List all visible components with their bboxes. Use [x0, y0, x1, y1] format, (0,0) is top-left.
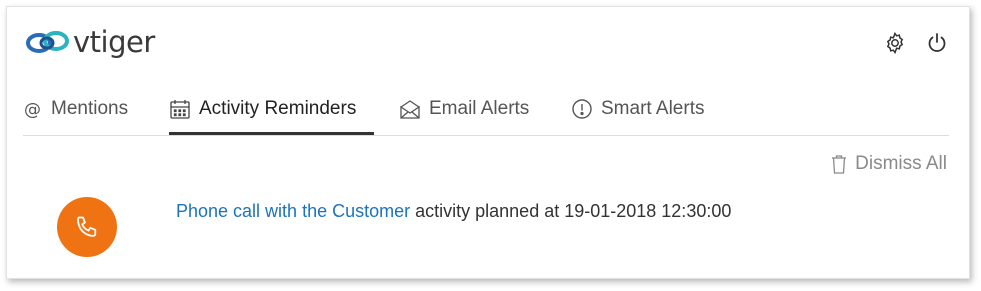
phone-icon — [57, 197, 117, 257]
tab-smart-alerts[interactable]: Smart Alerts — [571, 85, 704, 133]
envelope-icon — [399, 98, 421, 120]
activity-link[interactable]: Phone call with the Customer — [176, 201, 410, 221]
calendar-icon — [169, 98, 191, 120]
notification-item: Phone call with the Customer activity pl… — [176, 201, 731, 222]
dismiss-all-label: Dismiss All — [855, 153, 947, 174]
notification-message: activity planned at 19-01-2018 12:30:00 — [410, 201, 732, 221]
dismiss-all-button[interactable]: Dismiss All — [831, 153, 947, 175]
brand-name: vtiger — [73, 24, 155, 59]
svg-text:@: @ — [24, 100, 41, 119]
trash-icon — [832, 155, 847, 174]
gear-icon[interactable] — [883, 31, 907, 55]
vtiger-logo[interactable]: vtiger — [25, 27, 155, 57]
tab-label: Smart Alerts — [601, 98, 705, 119]
notification-tabs: @ Mentions Activity Reminders Email Aler… — [23, 85, 949, 136]
tab-mentions[interactable]: @ Mentions — [23, 85, 128, 133]
tab-label: Activity Reminders — [199, 98, 357, 119]
tab-label: Mentions — [51, 98, 129, 119]
tab-activity-reminders[interactable]: Activity Reminders — [169, 85, 374, 135]
at-icon: @ — [23, 99, 43, 119]
tab-email-alerts[interactable]: Email Alerts — [399, 85, 529, 133]
vtiger-logo-mark-icon — [26, 31, 69, 53]
notifications-panel: vtiger @ Mentions Activity Reminders Ema… — [6, 6, 970, 279]
power-icon[interactable] — [925, 31, 949, 55]
alert-icon — [571, 98, 593, 120]
tab-label: Email Alerts — [429, 98, 530, 119]
